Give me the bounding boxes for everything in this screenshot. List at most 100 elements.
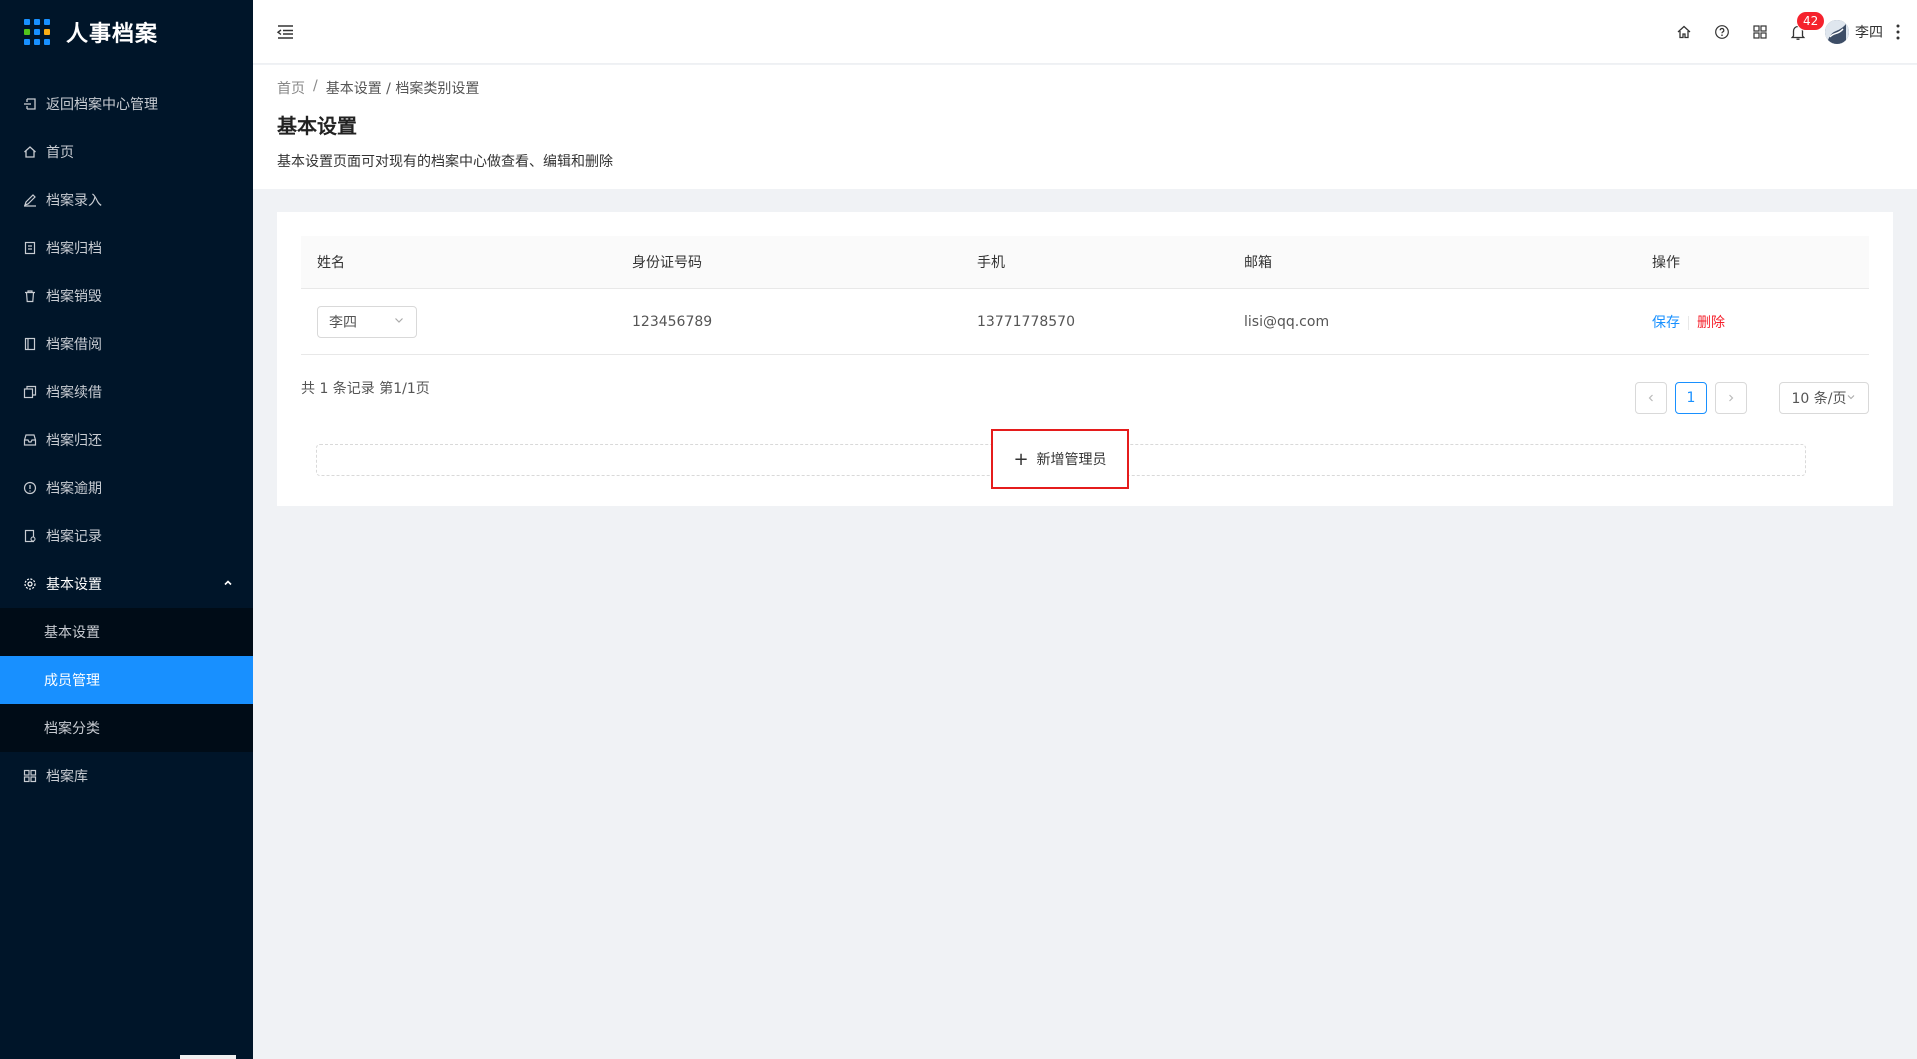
column-header-id: 身份证号码 (632, 255, 702, 271)
apps-logo-icon (24, 19, 50, 45)
delete-link[interactable]: 删除 (1697, 315, 1725, 331)
avatar (1825, 20, 1849, 44)
submenu-item-basic-settings[interactable]: 基本设置 (0, 608, 253, 656)
apps-icon[interactable] (1741, 0, 1779, 64)
sidebar: 人事档案 返回档案中心管理 首页 档案录入 档案归档 档案销毁 档案借阅 档案续… (0, 0, 253, 1059)
notification-badge: 42 (1797, 12, 1825, 30)
logo-dot (24, 29, 30, 35)
sidebar-item-overdue[interactable]: 档案逾期 (0, 464, 253, 512)
settings-submenu: 基本设置 成员管理 档案分类 (0, 608, 253, 752)
sidebar-item-library[interactable]: 档案库 (0, 752, 253, 800)
table-row: 李四 123456789 13771778570 lisi@qq.com 保存 删… (301, 289, 1869, 355)
header-actions: 42 李四 (1665, 0, 1917, 64)
book-icon (22, 336, 38, 352)
logo-dot (34, 29, 40, 35)
breadcrumb-home[interactable]: 首页 (277, 78, 305, 98)
email-cell: lisi@qq.com (1244, 313, 1330, 330)
logo-dot (44, 19, 50, 25)
edit-icon (22, 192, 38, 208)
name-select-value: 李四 (329, 314, 357, 331)
members-table: 姓名 身份证号码 手机 邮箱 操作 李四 123456789 137717785… (301, 236, 1869, 355)
grid-icon (22, 768, 38, 784)
sidebar-item-label: 档案库 (46, 769, 88, 785)
pagination-row: 共 1 条记录 第1/1页 1 10 条/页 (301, 355, 1869, 429)
sidebar-item-label: 档案借阅 (46, 337, 102, 353)
breadcrumb-current: 基本设置 / 档案类别设置 (325, 81, 480, 97)
pagination-summary: 共 1 条记录 第1/1页 (301, 381, 430, 397)
app-title: 人事档案 (66, 22, 159, 47)
sidebar-item-label: 档案归还 (46, 433, 102, 449)
sidebar-item-label: 档案逾期 (46, 481, 102, 497)
gear-icon (22, 576, 38, 592)
column-header-actions: 操作 (1652, 255, 1680, 271)
logo-dot (34, 39, 40, 45)
column-header-name: 姓名 (317, 255, 345, 271)
logo-dot (44, 29, 50, 35)
save-link[interactable]: 保存 (1652, 315, 1680, 331)
breadcrumb-separator: / (313, 78, 318, 94)
sidebar-item-return[interactable]: 档案归还 (0, 416, 253, 464)
sidebar-item-back[interactable]: 返回档案中心管理 (0, 80, 253, 128)
add-admin-label: 新增管理员 (1036, 452, 1107, 468)
archive-icon (22, 240, 38, 256)
user-menu[interactable]: 李四 (1825, 20, 1883, 44)
user-name: 李四 (1855, 25, 1883, 41)
sidebar-item-label: 档案归档 (46, 241, 102, 257)
logo-dot (24, 39, 30, 45)
submenu-item-label: 成员管理 (44, 673, 100, 689)
sidebar-item-destroy[interactable]: 档案销毁 (0, 272, 253, 320)
sidebar-item-renew[interactable]: 档案续借 (0, 368, 253, 416)
add-admin-button[interactable]: + 新增管理员 (991, 429, 1129, 489)
copy-icon (22, 384, 38, 400)
more-vertical-icon[interactable] (1887, 0, 1909, 64)
logo[interactable]: 人事档案 (0, 0, 253, 64)
sidebar-item-label: 档案记录 (46, 529, 102, 545)
home-icon[interactable] (1665, 0, 1703, 64)
top-header: 42 李四 (253, 0, 1917, 64)
notification-bell-icon[interactable]: 42 (1779, 0, 1825, 64)
page-title: 基本设置 (277, 114, 357, 138)
actions-cell: 保存 删除 (1636, 312, 1869, 332)
breadcrumb: 首页 / 基本设置 / 档案类别设置 (277, 78, 1893, 98)
id-cell: 123456789 (632, 313, 713, 330)
sidebar-item-entry[interactable]: 档案录入 (0, 176, 253, 224)
sidebar-item-label: 档案录入 (46, 193, 102, 209)
sidebar-item-borrow[interactable]: 档案借阅 (0, 320, 253, 368)
sidebar-item-home[interactable]: 首页 (0, 128, 253, 176)
page-size-select[interactable]: 10 条/页 (1779, 382, 1869, 414)
sidebar-item-settings[interactable]: 基本设置 (0, 560, 253, 608)
next-page-button[interactable] (1715, 382, 1747, 414)
sidebar-item-label: 档案续借 (46, 385, 102, 401)
home-icon (22, 144, 38, 160)
pagination: 1 10 条/页 (1627, 382, 1869, 414)
submenu-item-categories[interactable]: 档案分类 (0, 704, 253, 752)
record-icon (22, 528, 38, 544)
page-description: 基本设置页面可对现有的档案中心做查看、编辑和删除 (277, 154, 613, 170)
bottom-strip (180, 1055, 236, 1059)
side-menu: 返回档案中心管理 首页 档案录入 档案归档 档案销毁 档案借阅 档案续借 档案归… (0, 80, 253, 800)
column-header-email: 邮箱 (1244, 255, 1272, 271)
action-divider (1688, 315, 1689, 330)
trash-icon (22, 288, 38, 304)
back-icon (22, 96, 38, 112)
page-size-value: 10 条/页 (1791, 391, 1847, 407)
submenu-item-label: 基本设置 (44, 625, 100, 641)
prev-page-button[interactable] (1635, 382, 1667, 414)
page-button-current[interactable]: 1 (1675, 382, 1707, 414)
menu-fold-icon[interactable] (275, 22, 295, 42)
sidebar-item-records[interactable]: 档案记录 (0, 512, 253, 560)
alert-icon (22, 480, 38, 496)
column-header-phone: 手机 (977, 255, 1005, 271)
name-select[interactable]: 李四 (317, 305, 417, 338)
logo-dot (34, 19, 40, 25)
sidebar-item-label: 返回档案中心管理 (46, 97, 158, 113)
members-card: 姓名 身份证号码 手机 邮箱 操作 李四 123456789 137717785… (277, 212, 1893, 506)
chevron-down-icon (1846, 390, 1856, 406)
sidebar-item-label: 档案销毁 (46, 289, 102, 305)
help-icon[interactable] (1703, 0, 1741, 64)
submenu-item-members[interactable]: 成员管理 (0, 656, 253, 704)
sidebar-item-archive[interactable]: 档案归档 (0, 224, 253, 272)
logo-dot (44, 39, 50, 45)
submenu-item-label: 档案分类 (44, 721, 100, 737)
logo-dot (24, 19, 30, 25)
